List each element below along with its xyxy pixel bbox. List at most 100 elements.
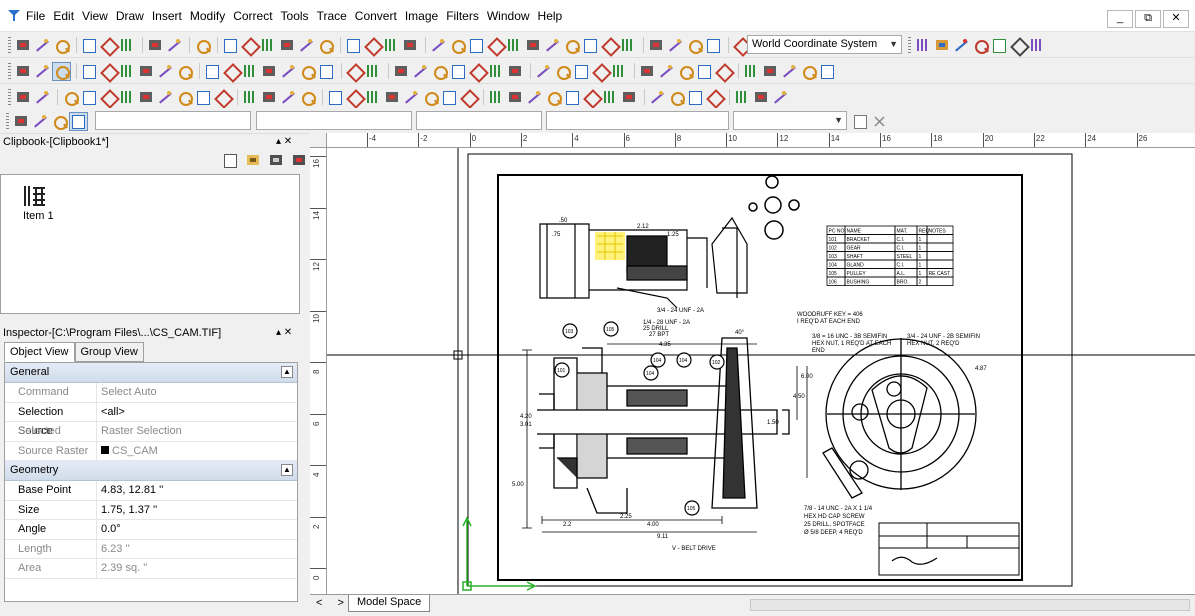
text-icon[interactable] bbox=[261, 89, 278, 106]
minimize-button[interactable]: _ bbox=[1107, 10, 1133, 28]
move-icon[interactable] bbox=[431, 63, 448, 80]
save-all-clip-icon[interactable] bbox=[291, 152, 308, 169]
menu-correct[interactable]: Correct bbox=[233, 9, 272, 23]
collapse-icon[interactable]: ▲ bbox=[281, 366, 293, 378]
save-icon[interactable] bbox=[705, 37, 722, 54]
zoom-in-icon[interactable] bbox=[15, 89, 32, 106]
erase-icon[interactable] bbox=[582, 37, 599, 54]
ortho-icon[interactable] bbox=[346, 89, 363, 106]
tab-group-view[interactable]: Group View bbox=[74, 342, 144, 362]
dimension-icon[interactable] bbox=[214, 89, 231, 106]
scale-icon[interactable] bbox=[460, 89, 477, 106]
zoom-out-icon[interactable] bbox=[34, 89, 51, 106]
extend-icon[interactable] bbox=[535, 63, 552, 80]
rotate-icon[interactable] bbox=[441, 89, 458, 106]
property-row-area[interactable]: Area 2.39 sq. '' bbox=[5, 559, 297, 579]
copy-icon[interactable] bbox=[753, 89, 770, 106]
polyline-icon[interactable] bbox=[1010, 37, 1027, 54]
property-row-selected[interactable]: Selected Raster Selection bbox=[5, 422, 297, 442]
deskew-icon[interactable] bbox=[639, 63, 656, 80]
snap-icon[interactable] bbox=[100, 37, 117, 54]
polyline-icon[interactable] bbox=[194, 37, 211, 54]
grid-icon[interactable] bbox=[318, 63, 335, 80]
rotate-icon[interactable] bbox=[450, 63, 467, 80]
rectangle-icon[interactable] bbox=[204, 63, 221, 80]
property-row-angle[interactable]: Angle 0.0° bbox=[5, 520, 297, 540]
undo-icon[interactable] bbox=[772, 89, 789, 106]
property-select[interactable]: ▼ bbox=[733, 111, 847, 130]
menu-edit[interactable]: Edit bbox=[53, 9, 74, 23]
sheet-nav-arrows[interactable]: < > bbox=[316, 597, 350, 609]
properties-icon[interactable] bbox=[384, 89, 401, 106]
circle-icon[interactable] bbox=[166, 37, 183, 54]
zoom-out-icon[interactable] bbox=[32, 113, 49, 130]
save-clip-icon[interactable] bbox=[268, 152, 285, 169]
property-value[interactable]: 2.39 sq. '' bbox=[97, 559, 297, 578]
image-icon[interactable] bbox=[298, 37, 315, 54]
mirror-icon[interactable] bbox=[506, 37, 523, 54]
property-value[interactable]: Raster Selection bbox=[97, 422, 297, 441]
menu-modify[interactable]: Modify bbox=[190, 9, 225, 23]
menu-view[interactable]: View bbox=[82, 9, 108, 23]
tab-model-space[interactable]: Model Space bbox=[348, 595, 431, 612]
clipbook-pin-close[interactable]: ▴ ✕ bbox=[276, 136, 292, 147]
fillet-icon[interactable] bbox=[554, 63, 571, 80]
fill-icon[interactable] bbox=[601, 37, 618, 54]
trace-icon[interactable] bbox=[299, 89, 316, 106]
property-row-source-raster[interactable]: Source Raster CS_CAM bbox=[5, 441, 297, 461]
mirror-icon[interactable] bbox=[488, 63, 505, 80]
line-icon[interactable] bbox=[119, 63, 136, 80]
open-icon[interactable] bbox=[686, 37, 703, 54]
trim-icon[interactable] bbox=[507, 89, 524, 106]
property-row-size[interactable]: Size 1.75, 1.37 '' bbox=[5, 500, 297, 520]
menu-tools[interactable]: Tools bbox=[281, 9, 309, 23]
fillet-icon[interactable] bbox=[563, 37, 580, 54]
redo-icon[interactable] bbox=[800, 63, 817, 80]
zoom-out-icon[interactable] bbox=[34, 37, 51, 54]
erase-icon[interactable] bbox=[573, 63, 590, 80]
open-clip-icon[interactable] bbox=[245, 152, 262, 169]
menu-file[interactable]: File bbox=[26, 9, 45, 23]
arc-icon[interactable] bbox=[972, 37, 989, 54]
property-value[interactable]: CS_CAM bbox=[97, 442, 297, 461]
fill-icon[interactable] bbox=[592, 63, 609, 80]
property-value[interactable]: <all> bbox=[97, 403, 297, 422]
zoom-fit-icon[interactable] bbox=[51, 113, 68, 130]
property-field-3[interactable] bbox=[416, 111, 542, 130]
property-value[interactable]: 1.75, 1.37 '' bbox=[97, 501, 297, 520]
property-field-4[interactable] bbox=[546, 111, 729, 130]
property-row-command[interactable]: Command Select Auto bbox=[5, 383, 297, 403]
clear-icon[interactable] bbox=[871, 113, 888, 130]
property-value[interactable]: 6.23 '' bbox=[97, 540, 297, 559]
close-button[interactable]: ✕ bbox=[1163, 10, 1189, 28]
menu-draw[interactable]: Draw bbox=[116, 9, 144, 23]
circle-icon[interactable] bbox=[157, 63, 174, 80]
menu-help[interactable]: Help bbox=[538, 9, 563, 23]
despeckle-icon[interactable] bbox=[620, 37, 637, 54]
coordinate-system-select[interactable]: World Coordinate System ▼ bbox=[747, 35, 902, 54]
measure-icon[interactable] bbox=[365, 89, 382, 106]
despeckle-icon[interactable] bbox=[611, 63, 628, 80]
circle-icon[interactable] bbox=[157, 89, 174, 106]
polyline-icon[interactable] bbox=[176, 63, 193, 80]
print-icon[interactable] bbox=[715, 63, 732, 80]
section-geometry[interactable]: Geometry ▲ bbox=[5, 461, 297, 481]
property-field-1[interactable] bbox=[95, 111, 251, 130]
apply-icon[interactable] bbox=[852, 113, 869, 130]
ortho-icon[interactable] bbox=[364, 37, 381, 54]
select-icon[interactable] bbox=[403, 89, 420, 106]
save-icon[interactable] bbox=[687, 89, 704, 106]
measure-icon[interactable] bbox=[365, 63, 382, 80]
deskew-icon[interactable] bbox=[621, 89, 638, 106]
text-icon[interactable] bbox=[279, 37, 296, 54]
properties-icon[interactable] bbox=[402, 37, 419, 54]
despeckle-icon[interactable] bbox=[602, 89, 619, 106]
text-icon[interactable] bbox=[261, 63, 278, 80]
toolbar-grip[interactable] bbox=[8, 89, 11, 105]
dimension-icon[interactable] bbox=[223, 63, 240, 80]
horizontal-scrollbar[interactable] bbox=[750, 599, 1190, 611]
zoom-in-icon[interactable] bbox=[15, 37, 32, 54]
trace-icon[interactable] bbox=[299, 63, 316, 80]
menu-trace[interactable]: Trace bbox=[317, 9, 347, 23]
arc-icon[interactable] bbox=[138, 63, 155, 80]
